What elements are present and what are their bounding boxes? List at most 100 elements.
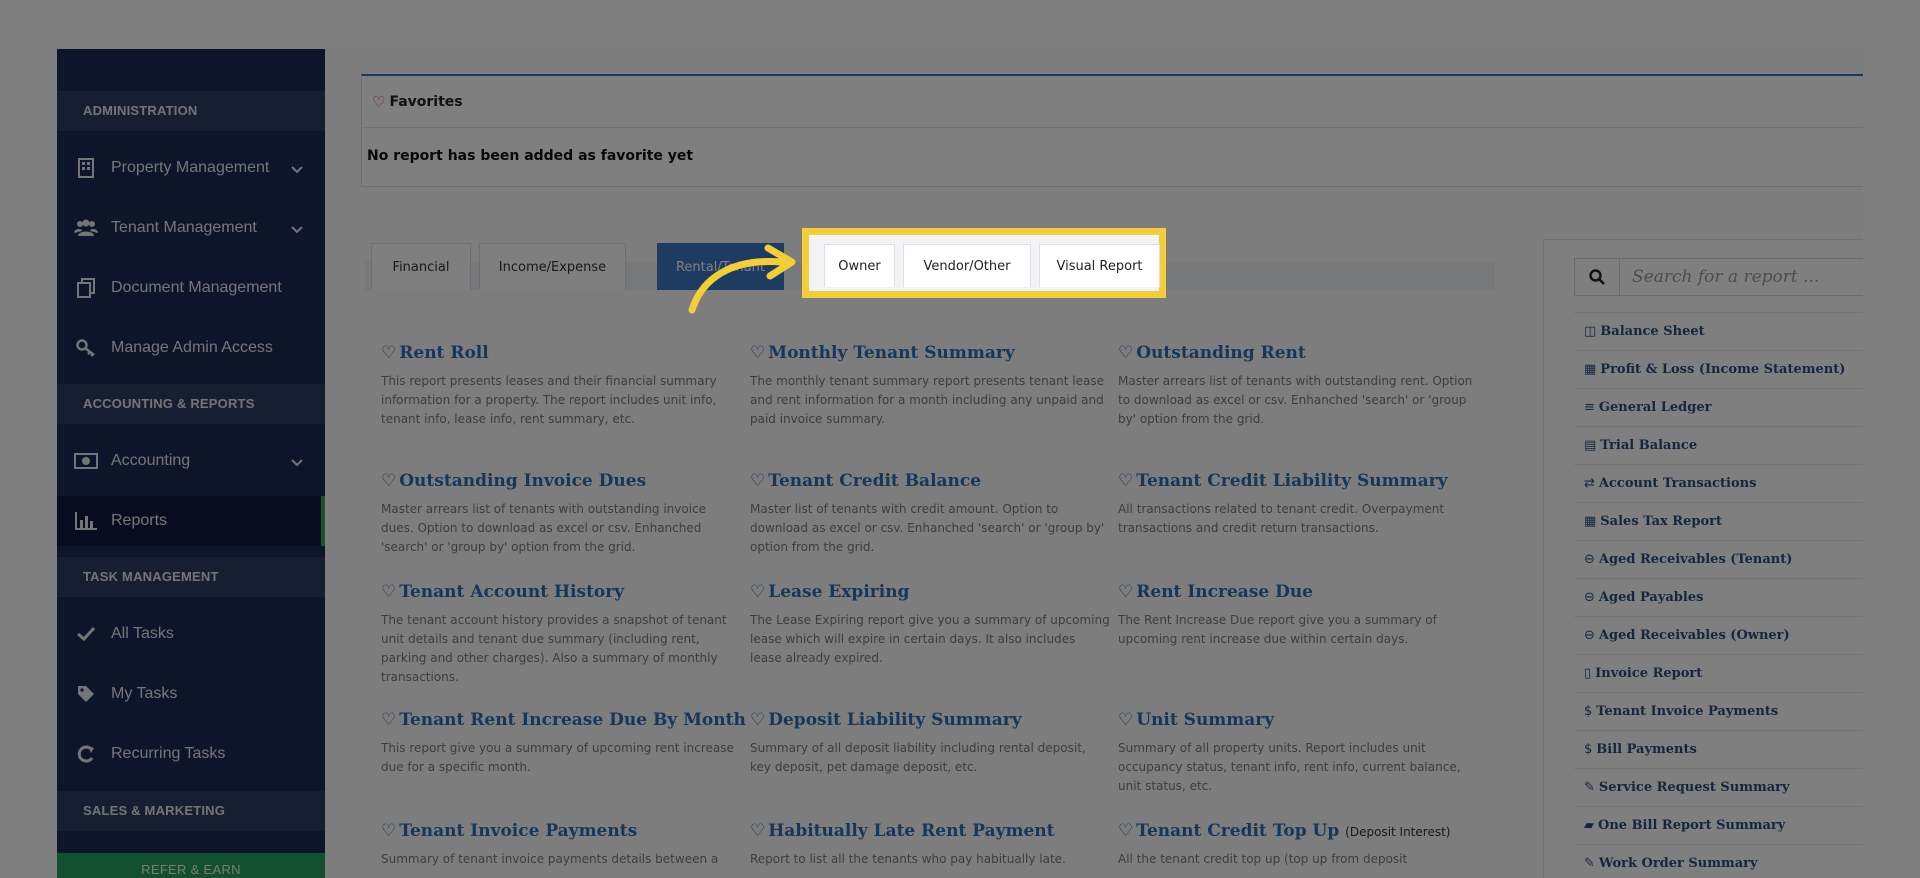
list-item-label[interactable]: Work Order Summary: [1599, 856, 1758, 871]
list-item[interactable]: $ Bill Payments: [1574, 730, 1863, 768]
report-card[interactable]: ♡ Tenant Credit Liability Summary All tra…: [1118, 471, 1478, 538]
report-card[interactable]: ♡ Tenant Invoice Payments Summary of tena…: [381, 821, 741, 869]
report-card[interactable]: ♡ Rent Increase Due The Rent Increase Due…: [1118, 582, 1478, 649]
report-title-text[interactable]: Tenant Account History: [399, 582, 624, 602]
list-item-label[interactable]: Tenant Invoice Payments: [1596, 704, 1778, 719]
report-title-text[interactable]: Rent Increase Due: [1136, 582, 1313, 602]
list-item-label[interactable]: Trial Balance: [1600, 438, 1697, 453]
search-icon[interactable]: [1575, 259, 1620, 295]
sidebar-item-tenant-management[interactable]: Tenant Management: [57, 203, 325, 253]
report-title[interactable]: ♡ Unit Summary: [1118, 710, 1478, 730]
list-item-label[interactable]: Aged Payables: [1599, 590, 1704, 605]
report-title-text[interactable]: Tenant Invoice Payments: [399, 821, 637, 841]
report-title[interactable]: ♡ Rent Increase Due: [1118, 582, 1478, 602]
heart-icon[interactable]: ♡: [750, 582, 765, 602]
report-title[interactable]: ♡ Habitually Late Rent Payment: [750, 821, 1110, 841]
report-title-text[interactable]: Outstanding Rent: [1136, 343, 1306, 363]
heart-icon[interactable]: ♡: [750, 343, 765, 363]
list-item[interactable]: ✎ Service Request Summary: [1574, 768, 1863, 806]
report-title[interactable]: ♡ Deposit Liability Summary: [750, 710, 1110, 730]
heart-icon[interactable]: ♡: [1118, 582, 1133, 602]
heart-icon[interactable]: ♡: [381, 821, 396, 841]
list-item[interactable]: ▯ Invoice Report: [1574, 654, 1863, 692]
report-title-text[interactable]: Tenant Rent Increase Due By Month: [399, 710, 746, 730]
report-card[interactable]: ♡ Tenant Credit Top Up (Deposit Interest)…: [1118, 821, 1478, 869]
list-item[interactable]: ▤ Trial Balance: [1574, 426, 1863, 464]
heart-icon[interactable]: ♡: [750, 710, 765, 730]
list-item-label[interactable]: Service Request Summary: [1599, 780, 1790, 795]
sidebar-item-accounting[interactable]: Accounting: [57, 436, 325, 486]
report-title-text[interactable]: Rent Roll: [399, 343, 488, 363]
sidebar-item-my-tasks[interactable]: My Tasks: [57, 669, 325, 719]
report-card[interactable]: ♡ Lease Expiring The Lease Expiring repor…: [750, 582, 1110, 668]
report-title[interactable]: ♡ Tenant Rent Increase Due By Month: [381, 710, 746, 730]
report-title[interactable]: ♡ Tenant Credit Liability Summary: [1118, 471, 1478, 491]
tab-visual-report[interactable]: Visual Report: [1039, 244, 1160, 287]
tab-owner[interactable]: Owner: [824, 244, 895, 287]
list-item-label[interactable]: Bill Payments: [1596, 742, 1697, 757]
list-item-label[interactable]: Balance Sheet: [1600, 324, 1704, 339]
list-item-label[interactable]: Profit & Loss (Income Statement): [1600, 362, 1845, 377]
report-card[interactable]: ♡ Habitually Late Rent Payment Report to …: [750, 821, 1110, 869]
report-title[interactable]: ♡ Rent Roll: [381, 343, 741, 363]
heart-icon[interactable]: ♡: [1118, 471, 1133, 491]
report-card[interactable]: ♡ Monthly Tenant Summary The monthly tena…: [750, 343, 1110, 429]
sidebar-item-reports[interactable]: Reports: [57, 496, 325, 546]
report-title[interactable]: ♡ Monthly Tenant Summary: [750, 343, 1110, 363]
sidebar-item-recurring-tasks[interactable]: Recurring Tasks: [57, 729, 325, 779]
heart-icon[interactable]: ♡: [1118, 710, 1133, 730]
report-card[interactable]: ♡ Tenant Account History The tenant accou…: [381, 582, 741, 687]
list-item-label[interactable]: Sales Tax Report: [1600, 514, 1722, 529]
list-item[interactable]: ▰ One Bill Report Summary: [1574, 806, 1863, 844]
report-card[interactable]: ♡ Unit Summary Summary of all property un…: [1118, 710, 1478, 796]
sidebar-item-document-management[interactable]: Document Management: [57, 263, 325, 313]
sidebar-item-all-tasks[interactable]: All Tasks: [57, 609, 325, 659]
report-title[interactable]: ♡ Tenant Invoice Payments: [381, 821, 741, 841]
list-item-label[interactable]: Account Transactions: [1599, 476, 1757, 491]
heart-icon[interactable]: ♡: [750, 821, 765, 841]
list-item-label[interactable]: General Ledger: [1599, 400, 1712, 415]
sidebar-item-property-management[interactable]: Property Management: [57, 143, 325, 193]
heart-icon[interactable]: ♡: [1118, 821, 1133, 841]
heart-icon[interactable]: ♡: [381, 710, 396, 730]
report-title[interactable]: ♡ Tenant Credit Balance: [750, 471, 1110, 491]
list-item[interactable]: ⇄ Account Transactions: [1574, 464, 1863, 502]
tab-financial[interactable]: Financial: [371, 243, 471, 290]
list-item-label[interactable]: Aged Receivables (Owner): [1599, 628, 1790, 643]
report-title-text[interactable]: Outstanding Invoice Dues: [399, 471, 646, 491]
refer-earn-button[interactable]: REFER & EARN: [57, 853, 325, 878]
list-item-label[interactable]: Invoice Report: [1595, 666, 1702, 681]
report-title[interactable]: ♡ Outstanding Invoice Dues: [381, 471, 741, 491]
list-item-label[interactable]: Aged Receivables (Tenant): [1599, 552, 1792, 567]
report-title[interactable]: ♡ Tenant Account History: [381, 582, 741, 602]
list-item-label[interactable]: One Bill Report Summary: [1598, 818, 1785, 833]
tab-vendor-other[interactable]: Vendor/Other: [903, 244, 1031, 287]
report-title-text[interactable]: Tenant Credit Top Up: [1136, 821, 1339, 841]
report-card[interactable]: ♡ Tenant Rent Increase Due By Month This …: [381, 710, 746, 777]
heart-icon[interactable]: ♡: [381, 343, 396, 363]
report-title-text[interactable]: Lease Expiring: [768, 582, 909, 602]
heart-icon[interactable]: ♡: [1118, 343, 1133, 363]
list-item[interactable]: ≡ General Ledger: [1574, 388, 1863, 426]
report-card[interactable]: ♡ Outstanding Rent Master arrears list of…: [1118, 343, 1478, 429]
report-title[interactable]: ♡ Lease Expiring: [750, 582, 1110, 602]
list-item[interactable]: ⊖ Aged Payables: [1574, 578, 1863, 616]
report-title[interactable]: ♡ Tenant Credit Top Up (Deposit Interest): [1118, 821, 1478, 841]
heart-icon[interactable]: ♡: [381, 471, 396, 491]
report-card[interactable]: ♡ Deposit Liability Summary Summary of al…: [750, 710, 1110, 777]
list-item[interactable]: ◫ Balance Sheet: [1574, 312, 1863, 350]
list-item[interactable]: ▦ Profit & Loss (Income Statement): [1574, 350, 1863, 388]
report-title-text[interactable]: Unit Summary: [1136, 710, 1274, 730]
list-item[interactable]: ⊖ Aged Receivables (Owner): [1574, 616, 1863, 654]
sidebar-item-manage-admin-access[interactable]: Manage Admin Access: [57, 323, 325, 373]
report-title-text[interactable]: Habitually Late Rent Payment: [768, 821, 1054, 841]
list-item[interactable]: ⊖ Aged Receivables (Tenant): [1574, 540, 1863, 578]
list-item[interactable]: ▦ Sales Tax Report: [1574, 502, 1863, 540]
heart-icon[interactable]: ♡: [381, 582, 396, 602]
report-title-text[interactable]: Tenant Credit Balance: [768, 471, 981, 491]
search-input[interactable]: [1620, 259, 1863, 295]
report-card[interactable]: ♡ Tenant Credit Balance Master list of te…: [750, 471, 1110, 557]
report-title-text[interactable]: Monthly Tenant Summary: [768, 343, 1014, 363]
list-item[interactable]: ✎ Work Order Summary: [1574, 844, 1863, 878]
report-title-text[interactable]: Tenant Credit Liability Summary: [1136, 471, 1447, 491]
